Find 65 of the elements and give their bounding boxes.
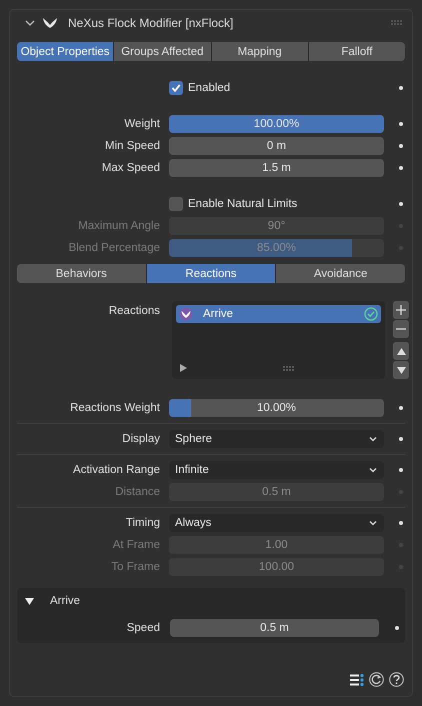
dropdown[interactable]: Always (169, 514, 384, 532)
tab[interactable]: Groups Affected (114, 42, 210, 61)
checkmark-icon (171, 83, 181, 93)
tab[interactable]: Reactions (146, 264, 276, 283)
chevron-down-icon (368, 465, 378, 475)
checkbox[interactable] (169, 81, 183, 95)
list-item[interactable]: Arrive (176, 305, 381, 323)
triangle-up-icon (396, 348, 406, 354)
checkbox[interactable] (169, 197, 183, 211)
resize-handle-icon[interactable] (283, 366, 294, 370)
keyframe-dot[interactable] (395, 626, 399, 630)
check-circle-icon[interactable] (364, 307, 378, 321)
dropdown[interactable]: Infinite (169, 461, 384, 479)
chevron-down-icon (368, 434, 378, 444)
number-field[interactable]: 0.5 m (170, 619, 379, 637)
keyframe-dot[interactable] (399, 166, 403, 170)
keyframe-dot[interactable] (399, 468, 403, 472)
field-label: Display (121, 433, 160, 445)
field-label: Activation Range (72, 464, 160, 476)
move-down-button[interactable] (393, 361, 409, 379)
plus-icon (396, 305, 406, 315)
dropdown[interactable]: Sphere (169, 430, 384, 448)
triangle-down-icon[interactable] (25, 598, 34, 604)
refresh-icon[interactable] (369, 672, 384, 687)
drag-handle-icon[interactable] (391, 20, 403, 26)
field-label: Timing (124, 517, 160, 529)
field-label: At Frame (112, 539, 160, 551)
field-label: Maximum Angle (77, 220, 160, 232)
tab[interactable]: Falloff (308, 42, 405, 61)
keyframe-dot[interactable] (399, 86, 403, 90)
slider[interactable]: 10.00% (169, 399, 384, 417)
subpanel-title: Arrive (50, 595, 80, 607)
tab[interactable]: Behaviors (17, 264, 146, 283)
tab[interactable]: Object Properties (17, 42, 114, 61)
tab[interactable]: Mapping (212, 42, 308, 61)
remove-button[interactable] (393, 320, 409, 338)
field-label: Blend Percentage (68, 242, 160, 254)
number-field[interactable]: 0 m (169, 137, 384, 155)
field-label: Reactions (108, 304, 160, 319)
field-label: To Frame (110, 561, 160, 573)
keyframe-dot[interactable] (399, 202, 403, 206)
field-label: Distance (114, 486, 160, 498)
field-label: Speed (126, 622, 160, 634)
triangle-down-icon (396, 366, 406, 374)
add-button[interactable] (393, 301, 409, 319)
keyframe-dot[interactable] (399, 144, 403, 148)
triangle-right-icon[interactable] (180, 364, 187, 372)
move-up-button[interactable] (393, 342, 409, 360)
keyframe-dot[interactable] (399, 122, 403, 126)
tab[interactable]: Avoidance (276, 264, 405, 283)
field-label: Min Speed (104, 140, 160, 152)
checkbox-label[interactable]: Enable Natural Limits (188, 198, 298, 210)
list-icon[interactable] (350, 674, 364, 686)
keyframe-dot[interactable] (399, 437, 403, 441)
number-field[interactable]: 1.5 m (169, 159, 384, 177)
keyframe-dot[interactable] (399, 406, 403, 410)
field-label: Reactions Weight (69, 402, 160, 414)
slider[interactable]: 100.00% (169, 115, 384, 133)
panel-title: NeXus Flock Modifier [nxFlock] (68, 16, 234, 30)
checkbox-label[interactable]: Enabled (188, 82, 230, 94)
chevron-down-icon (368, 518, 378, 528)
keyframe-dot[interactable] (399, 521, 403, 525)
field-label: Weight (123, 118, 160, 130)
field-label: Max Speed (100, 162, 160, 174)
question-circle-icon[interactable] (389, 672, 404, 687)
